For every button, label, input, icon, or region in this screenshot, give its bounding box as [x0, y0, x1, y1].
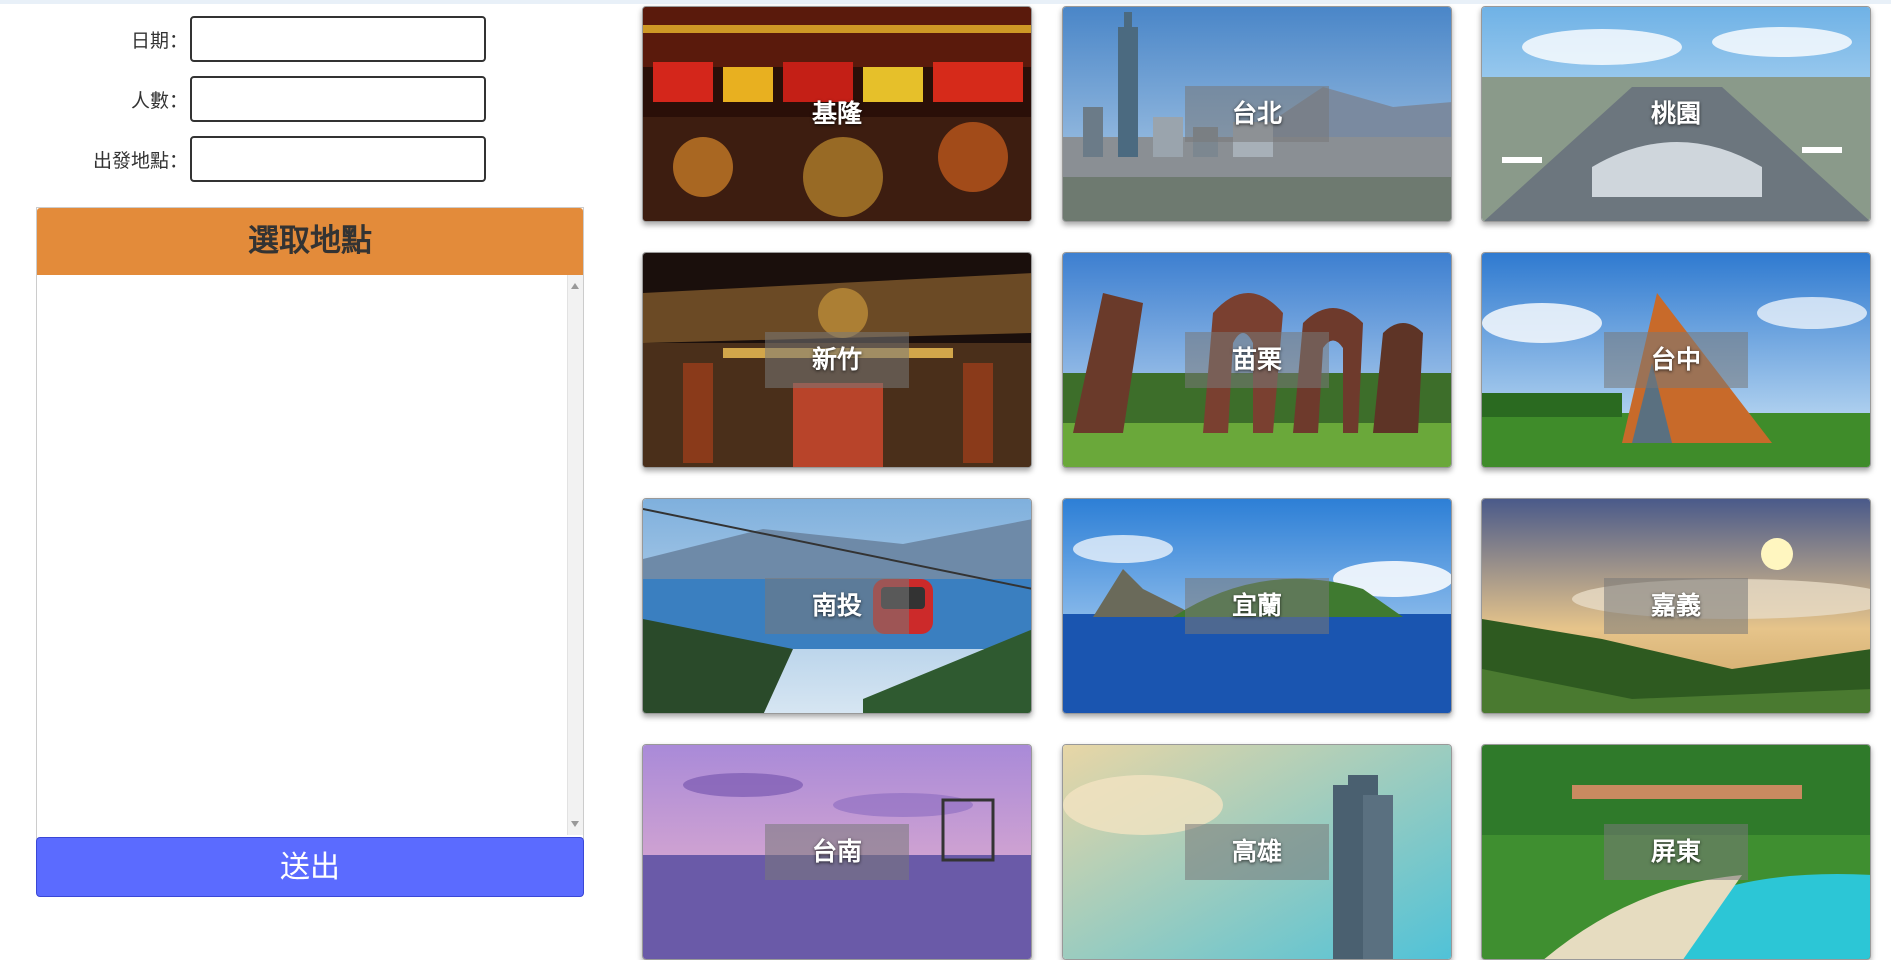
- city-label: 台南: [811, 837, 862, 866]
- city-card-nantou[interactable]: 南投: [642, 498, 1032, 714]
- city-card-kaohsiung[interactable]: 高雄: [1062, 744, 1452, 960]
- people-label: 人數：: [130, 90, 188, 112]
- city-card-pingtung[interactable]: 屏東: [1481, 744, 1871, 960]
- city-label: 屏東: [1650, 837, 1701, 866]
- city-label: 嘉義: [1650, 591, 1701, 620]
- city-card-taichung[interactable]: 台中: [1481, 252, 1871, 468]
- people-row: 人數：: [0, 76, 500, 126]
- city-card-miaoli[interactable]: 苗栗: [1062, 252, 1452, 468]
- city-card-tainan[interactable]: 台南: [642, 744, 1032, 960]
- date-row: 日期：: [0, 16, 500, 66]
- picker-scrollbar[interactable]: [567, 275, 583, 835]
- scroll-up-icon[interactable]: [571, 283, 579, 289]
- city-label: 南投: [811, 591, 862, 620]
- scroll-down-icon[interactable]: [571, 821, 579, 827]
- date-label: 日期：: [130, 30, 188, 52]
- date-input[interactable]: [190, 16, 486, 62]
- origin-label: 出發地點：: [92, 150, 188, 172]
- city-label: 台中: [1650, 345, 1701, 374]
- origin-row: 出發地點：: [0, 136, 500, 186]
- city-label: 苗栗: [1231, 345, 1282, 374]
- top-border: [0, 0, 1891, 4]
- city-card-keelung[interactable]: 基隆: [642, 6, 1032, 222]
- city-label: 高雄: [1231, 837, 1282, 866]
- city-card-taoyuan[interactable]: 桃園: [1481, 6, 1871, 222]
- city-label: 台北: [1231, 99, 1282, 128]
- submit-button[interactable]: 送出: [36, 837, 584, 897]
- city-card-yilan[interactable]: 宜蘭: [1062, 498, 1452, 714]
- picker-header: 選取地點: [37, 208, 583, 275]
- city-label: 宜蘭: [1231, 591, 1282, 620]
- city-card-hsinchu[interactable]: 新竹: [642, 252, 1032, 468]
- city-card-chiayi[interactable]: 嘉義: [1481, 498, 1871, 714]
- selected-location-list[interactable]: [37, 275, 567, 835]
- city-label: 基隆: [811, 99, 862, 128]
- origin-input[interactable]: [190, 136, 486, 182]
- city-card-taipei[interactable]: 台北: [1062, 6, 1452, 222]
- city-label: 新竹: [811, 345, 862, 374]
- people-input[interactable]: [190, 76, 486, 122]
- city-label: 桃園: [1650, 99, 1701, 128]
- location-picker: 選取地點: [36, 207, 584, 839]
